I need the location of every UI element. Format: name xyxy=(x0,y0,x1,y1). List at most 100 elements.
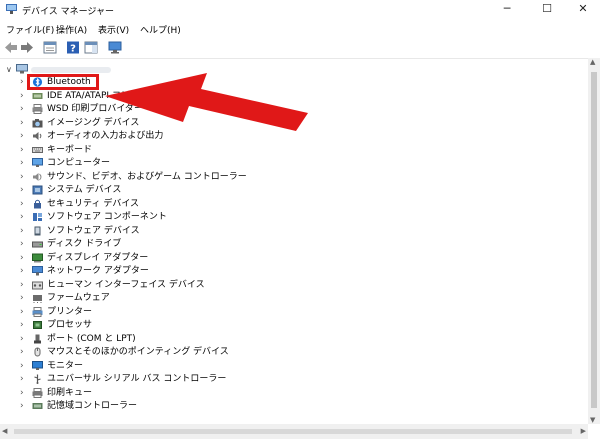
expand-chevron-icon[interactable]: › xyxy=(20,266,28,276)
tree-item-sound[interactable]: › サウンド、ビデオ、およびゲーム コントローラー xyxy=(0,171,560,184)
printer-provider-icon xyxy=(32,104,43,114)
expand-chevron-icon[interactable]: › xyxy=(20,374,28,384)
tree-item-network-adapter[interactable]: › ネットワーク アダプター xyxy=(0,265,560,278)
bluetooth-highlight-box xyxy=(27,74,99,90)
tree-item-label: ヒューマン インターフェイス デバイス xyxy=(47,279,205,290)
vertical-scrollbar[interactable]: ▲ ▼ xyxy=(588,58,600,424)
tree-item-label: IDE ATA/ATAPI コントローラー xyxy=(47,90,175,101)
expand-chevron-icon[interactable]: › xyxy=(20,239,28,249)
expand-chevron-icon[interactable]: › xyxy=(20,388,28,398)
tree-item-keyboard[interactable]: › キーボード xyxy=(0,144,560,157)
tree-item-mouse[interactable]: › マウスとそのほかのポインティング デバイス xyxy=(0,346,560,359)
scroll-right-icon[interactable]: ▶ xyxy=(581,427,586,435)
tree-item-hid[interactable]: › ヒューマン インターフェイス デバイス xyxy=(0,279,560,292)
menu-action[interactable]: 操作(A) xyxy=(56,23,87,36)
tree-item-label: ディスク ドライブ xyxy=(47,239,122,249)
expand-chevron-icon[interactable]: › xyxy=(20,320,28,330)
storage-controller-icon xyxy=(32,403,43,409)
port-icon xyxy=(34,334,41,343)
maximize-button[interactable]: ☐ xyxy=(532,0,562,20)
processor-icon xyxy=(33,321,42,329)
tree-item-system-device[interactable]: › システム デバイス xyxy=(0,184,560,197)
tree-item-printer[interactable]: › プリンター xyxy=(0,306,560,319)
tree-item-ide-controller[interactable]: › IDE ATA/ATAPI コントローラー xyxy=(0,90,560,103)
expand-chevron-icon[interactable]: › xyxy=(20,347,28,357)
tree-item-camera[interactable]: › イメージング デバイス xyxy=(0,117,560,130)
collapse-chevron-icon[interactable]: ∨ xyxy=(6,65,12,74)
expand-chevron-icon[interactable]: › xyxy=(20,361,28,371)
vertical-scroll-thumb[interactable] xyxy=(591,72,597,408)
tree-item-display-adapter[interactable]: › ディスプレイ アダプター xyxy=(0,252,560,265)
scroll-up-icon[interactable]: ▲ xyxy=(590,58,595,66)
properties-icon[interactable] xyxy=(43,41,57,54)
disk-drive-icon xyxy=(32,241,43,248)
tree-item-label: 印刷キュー xyxy=(47,387,93,398)
tree-item-label: イメージング デバイス xyxy=(47,117,140,128)
tree-item-computer[interactable]: › コンピューター xyxy=(0,157,560,170)
tree-item-label: サウンド、ビデオ、およびゲーム コントローラー xyxy=(47,171,247,182)
system-device-icon xyxy=(32,185,43,195)
tree-item-speaker[interactable]: › オーディオの入力および出力 xyxy=(0,130,560,143)
device-tree: ∨ › Bluetooth › IDE ATA/ATAPI コントローラー › WSD 印… xyxy=(0,61,588,421)
sound-icon xyxy=(33,172,42,181)
tree-item-printer-provider[interactable]: › WSD 印刷プロバイダー xyxy=(0,103,560,116)
device-manager-icon xyxy=(6,4,17,14)
tree-item-security-device[interactable]: › セキュリティ デバイス xyxy=(0,198,560,211)
tree-item-label: 記憶域コントローラー xyxy=(47,401,138,411)
tree-item-print-queue[interactable]: › 印刷キュー xyxy=(0,387,560,400)
usb-icon xyxy=(34,374,41,384)
tree-item-software-component[interactable]: › ソフトウェア コンポーネント xyxy=(0,211,560,224)
expand-chevron-icon[interactable]: › xyxy=(20,199,28,209)
help-icon[interactable]: ? xyxy=(66,41,80,54)
expand-chevron-icon[interactable]: › xyxy=(20,226,28,236)
tree-item-disk-drive[interactable]: › ディスク ドライブ xyxy=(0,238,560,251)
tree-item-label: コンピューター xyxy=(47,158,111,168)
back-icon[interactable] xyxy=(4,41,18,54)
scroll-down-icon[interactable]: ▼ xyxy=(590,416,595,424)
computer-root-icon xyxy=(16,64,28,74)
forward-icon[interactable] xyxy=(20,41,34,54)
tree-item-label: ポート (COM と LPT) xyxy=(47,333,136,344)
expand-chevron-icon[interactable]: › xyxy=(20,104,28,114)
expand-chevron-icon[interactable]: › xyxy=(20,334,28,344)
expand-chevron-icon[interactable]: › xyxy=(20,212,28,222)
expand-chevron-icon[interactable]: › xyxy=(20,253,28,263)
expand-chevron-icon[interactable]: › xyxy=(20,91,28,101)
security-device-icon xyxy=(34,199,41,208)
minimize-button[interactable]: ─ xyxy=(492,0,522,20)
tree-item-processor[interactable]: › プロセッサ xyxy=(0,319,560,332)
expand-chevron-icon[interactable]: › xyxy=(20,280,28,290)
expand-chevron-icon[interactable]: › xyxy=(20,131,28,141)
tree-item-port[interactable]: › ポート (COM と LPT) xyxy=(0,333,560,346)
tree-item-monitor[interactable]: › モニター xyxy=(0,360,560,373)
expand-chevron-icon[interactable]: › xyxy=(20,185,28,195)
tree-item-firmware[interactable]: › ファームウェア xyxy=(0,292,560,305)
horizontal-scrollbar[interactable]: ◀ ▶ xyxy=(0,424,588,439)
tree-item-storage-controller[interactable]: › 記憶域コントローラー xyxy=(0,400,560,413)
menu-bar: ファイル(F) 操作(A) 表示(V) ヘルプ(H) xyxy=(0,20,600,36)
expand-chevron-icon[interactable]: › xyxy=(20,118,28,128)
expand-chevron-icon[interactable]: › xyxy=(20,401,28,411)
tree-item-label: オーディオの入力および出力 xyxy=(47,131,164,141)
tree-item-label: ソフトウェア デバイス xyxy=(47,225,140,236)
expand-chevron-icon[interactable]: › xyxy=(20,172,28,182)
menu-view[interactable]: 表示(V) xyxy=(98,23,129,36)
expand-chevron-icon[interactable]: › xyxy=(20,158,28,168)
close-button[interactable]: ✕ xyxy=(568,0,598,20)
tree-item-software-device[interactable]: › ソフトウェア デバイス xyxy=(0,225,560,238)
expand-chevron-icon[interactable]: › xyxy=(20,307,28,317)
expand-chevron-icon[interactable]: › xyxy=(20,293,28,303)
menu-file[interactable]: ファイル(F) xyxy=(6,23,54,36)
ide-controller-icon xyxy=(32,92,43,99)
tree-item-label: セキュリティ デバイス xyxy=(47,198,140,209)
display-adapter-icon xyxy=(32,253,43,262)
scan-hardware-icon[interactable] xyxy=(108,41,122,54)
tree-item-label: ユニバーサル シリアル バス コントローラー xyxy=(47,374,227,384)
action-pane-icon[interactable] xyxy=(84,41,98,54)
scroll-left-icon[interactable]: ◀ xyxy=(2,427,7,435)
horizontal-scroll-thumb[interactable] xyxy=(14,429,572,434)
tree-item-usb[interactable]: › ユニバーサル シリアル バス コントローラー xyxy=(0,373,560,386)
expand-chevron-icon[interactable]: › xyxy=(20,145,28,155)
speaker-icon xyxy=(33,132,42,140)
menu-help[interactable]: ヘルプ(H) xyxy=(140,23,181,36)
